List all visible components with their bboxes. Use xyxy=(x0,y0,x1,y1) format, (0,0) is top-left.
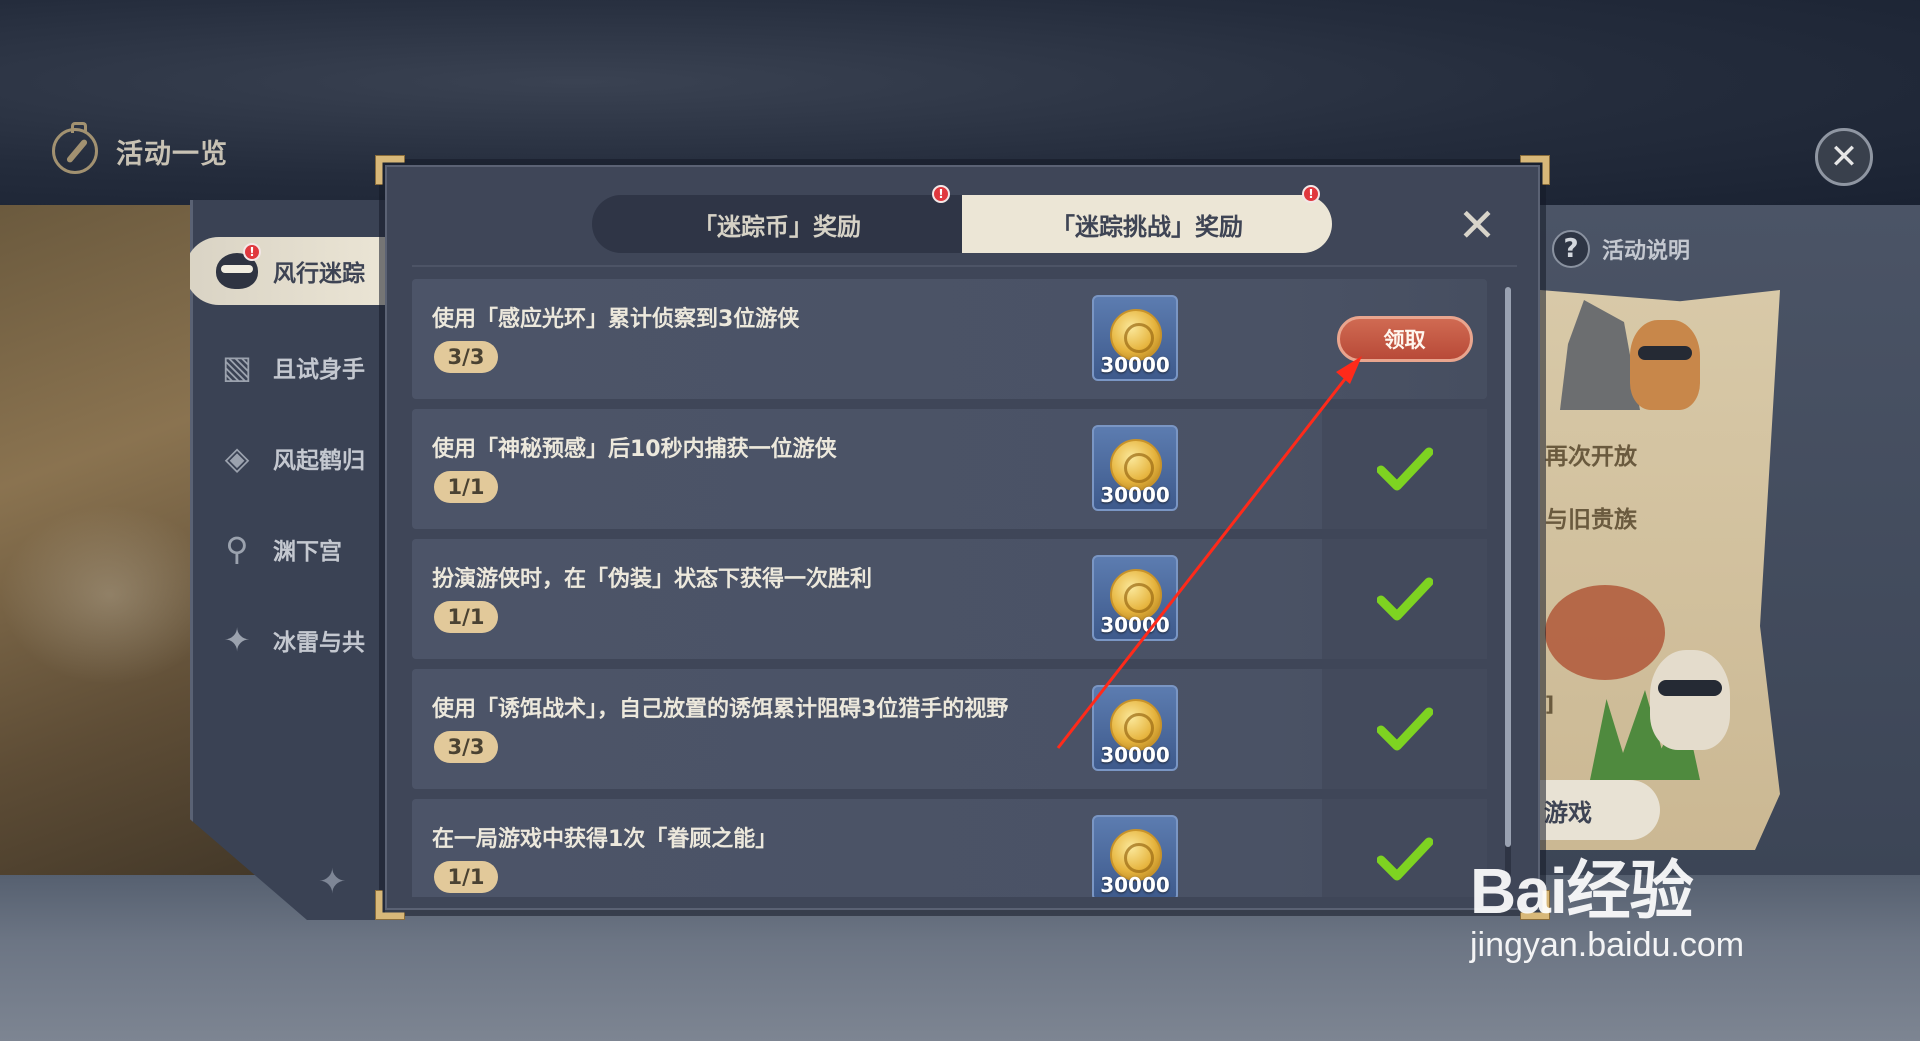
task-row: 使用「感应光环」累计侦察到3位游侠 3/3 30000 领取 xyxy=(412,279,1487,399)
divider xyxy=(412,265,1517,267)
reward-item[interactable]: 30000 xyxy=(1092,815,1178,897)
location-pin-icon: ⚲ xyxy=(225,530,249,568)
task-action: 领取 xyxy=(1322,279,1487,399)
side-nav-item-label: 渊下宫 xyxy=(273,539,342,565)
side-nav-item-label: 且试身手 xyxy=(273,357,365,383)
check-icon xyxy=(1376,447,1433,491)
masked-cat-mascot xyxy=(1630,320,1700,410)
task-progress-badge: 1/1 xyxy=(434,471,498,503)
task-row: 使用「诱饵战术」，自己放置的诱饵累计阻碍3位猎手的视野 3/3 30000 xyxy=(412,669,1487,789)
task-progress-badge: 1/1 xyxy=(434,861,498,893)
corner-ornament xyxy=(375,890,405,920)
scroll-line-1: 再次开放 xyxy=(1545,444,1637,470)
sparkle-icon: ✦ xyxy=(318,862,347,902)
reward-amount: 30000 xyxy=(1100,483,1170,507)
reward-tabs: 「迷踪币」奖励 ! 「迷踪挑战」奖励 ! xyxy=(592,185,1332,253)
task-description: 使用「诱饵战术」，自己放置的诱饵累计阻碍3位猎手的视野 xyxy=(432,697,1009,722)
close-icon[interactable]: ✕ xyxy=(1815,128,1873,186)
task-action xyxy=(1322,409,1487,529)
task-description: 在一局游戏中获得1次「眷顾之能」 xyxy=(432,827,778,852)
scrollbar[interactable] xyxy=(1505,287,1511,877)
reward-item[interactable]: 30000 xyxy=(1092,425,1178,511)
side-nav-item-qieshi-shenshou[interactable]: ▧ 且试身手 xyxy=(215,345,365,389)
compass-icon xyxy=(52,122,98,174)
tab-label: 「迷踪币」奖励 xyxy=(693,212,861,241)
claim-button[interactable]: 领取 xyxy=(1336,316,1473,362)
tab-label: 「迷踪挑战」奖励 xyxy=(1051,212,1243,241)
side-nav-item-binglei-yugong[interactable]: ✦ 冰雷与共 xyxy=(215,618,365,662)
side-nav-item-fengxing-mizong[interactable]: ! 风行迷踪 xyxy=(190,237,385,305)
task-action xyxy=(1322,799,1487,897)
task-progress-badge: 3/3 xyxy=(434,731,498,763)
task-description: 使用「神秘预感」后10秒内捕获一位游侠 xyxy=(432,437,837,462)
task-progress-badge: 3/3 xyxy=(434,341,498,373)
tab-mizong-coin-rewards[interactable]: 「迷踪币」奖励 ! xyxy=(592,185,962,253)
page-title: 活动一览 xyxy=(116,138,228,170)
baidu-watermark: Bai经验 jingyan.baidu.com xyxy=(1470,840,1744,965)
crystal-icon: ✦ xyxy=(223,621,251,659)
rewards-modal: 「迷踪币」奖励 ! 「迷踪挑战」奖励 ! ✕ 使用「感应光环」累计侦察到3位游侠… xyxy=(375,155,1540,910)
challenge-task-list[interactable]: 使用「感应光环」累计侦察到3位游侠 3/3 30000 领取 使用「神秘预感」后… xyxy=(412,277,1497,897)
task-action xyxy=(1322,669,1487,789)
help-icon: ? xyxy=(1552,230,1590,268)
alert-badge: ! xyxy=(1302,185,1320,203)
task-row: 在一局游戏中获得1次「眷顾之能」 1/1 30000 xyxy=(412,799,1487,897)
task-row: 使用「神秘预感」后10秒内捕获一位游侠 1/1 30000 xyxy=(412,409,1487,529)
check-icon xyxy=(1376,837,1433,881)
page-header: 活动一览 xyxy=(52,122,228,174)
reward-amount: 30000 xyxy=(1100,873,1170,897)
tab-mizong-challenge-rewards[interactable]: 「迷踪挑战」奖励 ! xyxy=(962,185,1332,253)
activity-info-label: 活动说明 xyxy=(1602,239,1691,264)
reward-item[interactable]: 30000 xyxy=(1092,555,1178,641)
watermark-url: jingyan.baidu.com xyxy=(1470,926,1745,964)
decorative-shape xyxy=(1545,585,1665,680)
side-nav-item-fengqi-hegui[interactable]: ◈ 风起鹤归 xyxy=(215,436,365,480)
task-progress-badge: 1/1 xyxy=(434,601,498,633)
reward-item[interactable]: 30000 xyxy=(1092,685,1178,771)
alert-badge: ! xyxy=(932,185,950,203)
check-icon xyxy=(1376,577,1433,621)
task-description: 扮演游侠时，在「伪装」状态下获得一次胜利 xyxy=(432,567,873,592)
side-nav: ! 风行迷踪 ▧ 且试身手 ◈ 风起鹤归 ⚲ 渊下宫 ✦ 冰雷与共 ✦ xyxy=(190,200,385,920)
activity-info-link[interactable]: ? 活动说明 xyxy=(1552,230,1690,268)
side-nav-item-label: 风起鹤归 xyxy=(273,448,365,474)
check-icon xyxy=(1376,707,1433,751)
reward-amount: 30000 xyxy=(1100,743,1170,767)
masked-cat-icon: ! xyxy=(215,243,261,293)
watermark-brand: Bai经验 xyxy=(1470,855,1694,927)
corner-ornament xyxy=(1520,155,1550,185)
task-action xyxy=(1322,539,1487,659)
scrollbar-thumb[interactable] xyxy=(1505,287,1511,847)
scroll-line-3: ] xyxy=(1545,692,1555,716)
side-nav-item-yuanxiagong[interactable]: ⚲ 渊下宫 xyxy=(215,527,342,571)
side-nav-item-label: 冰雷与共 xyxy=(273,630,365,656)
task-row: 扮演游侠时，在「伪装」状态下获得一次胜利 1/1 30000 xyxy=(412,539,1487,659)
corner-ornament xyxy=(375,155,405,185)
play-game-button[interactable]: 游戏 xyxy=(1520,780,1660,840)
alert-badge: ! xyxy=(243,243,261,261)
scroll-line-2: 与旧贵族 xyxy=(1545,507,1637,533)
cards-icon: ▧ xyxy=(221,348,253,386)
task-description: 使用「感应光环」累计侦察到3位游侠 xyxy=(432,307,800,332)
masked-cat-mascot xyxy=(1650,650,1730,750)
close-x-icon[interactable]: ✕ xyxy=(1455,202,1499,249)
reward-amount: 30000 xyxy=(1100,613,1170,637)
reward-amount: 30000 xyxy=(1100,353,1170,377)
side-nav-item-label: 风行迷踪 xyxy=(273,261,365,287)
crane-emblem-icon: ◈ xyxy=(224,439,250,477)
reward-item[interactable]: 30000 xyxy=(1092,295,1178,381)
